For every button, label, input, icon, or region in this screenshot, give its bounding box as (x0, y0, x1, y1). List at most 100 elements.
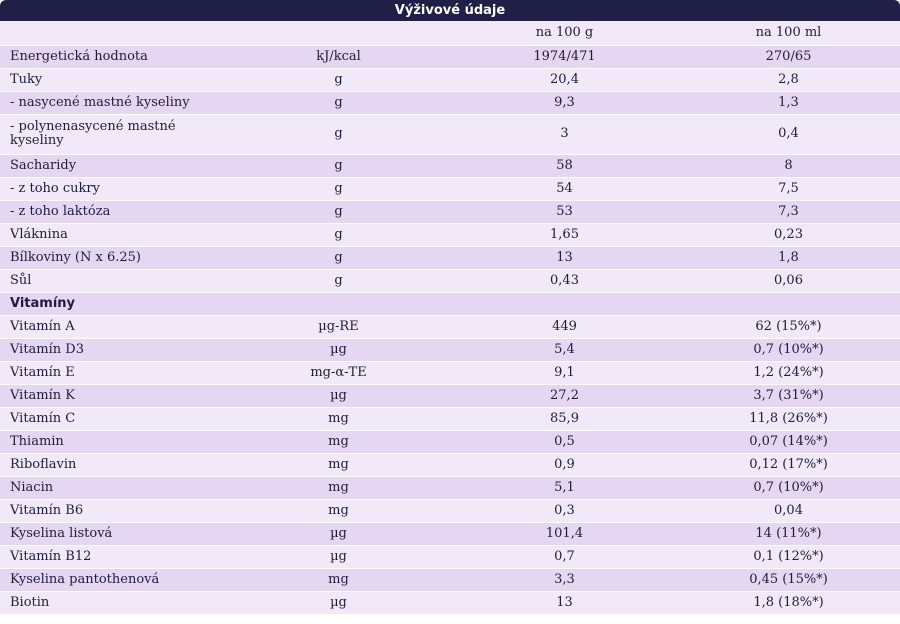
table-row: Tuky g 20,4 2,8 (0, 68, 900, 92)
table-row: Vitamín D3 µg 5,4 0,7 (10%*) (0, 338, 900, 362)
nutrition-facts-panel: Výživové údaje na 100 g na 100 ml Energe… (0, 0, 900, 624)
nutrient-name: Sůl (0, 269, 225, 293)
table-row: Biotin µg 13 1,8 (18%*) (0, 591, 900, 615)
value-per-100ml: 0,7 (10%*) (677, 338, 900, 362)
nutrient-name: Vitamín C (0, 407, 225, 431)
unit: g (225, 114, 452, 155)
nutrient-name: Vitamín K (0, 384, 225, 408)
table-row: Vláknina g 1,65 0,23 (0, 223, 900, 247)
value-per-100g: 3,3 (452, 568, 677, 592)
nutrient-name: Niacin (0, 476, 225, 500)
unit: g (225, 68, 452, 92)
nutrient-name: Sacharidy (0, 154, 225, 178)
unit: mg-α-TE (225, 361, 452, 385)
table-title: Výživové údaje (0, 0, 900, 21)
unit: mg (225, 407, 452, 431)
unit: µg (225, 384, 452, 408)
table-row: - polynenasycené mastné kyseliny g 3 0,4 (0, 114, 900, 155)
value-per-100ml: 8 (677, 154, 900, 178)
nutrient-name: Vláknina (0, 223, 225, 247)
column-header-per-100ml: na 100 ml (677, 21, 900, 46)
unit: µg (225, 545, 452, 569)
value-per-100g: 0,43 (452, 269, 677, 293)
value-per-100ml: 14 (11%*) (677, 522, 900, 546)
table-row: Thiamin mg 0,5 0,07 (14%*) (0, 430, 900, 454)
value-per-100ml: 270/65 (677, 45, 900, 69)
value-per-100g: 53 (452, 200, 677, 224)
table-row: Vitamín Aµg-RE 449 62 (15%*) (0, 315, 900, 339)
nutrient-name: Kyselina pantothenová (0, 568, 225, 592)
nutrient-name: - nasycené mastné kyseliny (0, 91, 225, 115)
section-row: Vitamíny (0, 292, 900, 316)
nutrient-name: - z toho laktóza (0, 200, 225, 224)
value-per-100g: 9,1 (452, 361, 677, 385)
value-per-100g: 13 (452, 246, 677, 270)
value-per-100g: 0,7 (452, 545, 677, 569)
unit: mg (225, 453, 452, 477)
value-per-100g: 9,3 (452, 91, 677, 115)
nutrient-name: Thiamin (0, 430, 225, 454)
section-title: Vitamíny (0, 292, 900, 316)
column-header-per-100g: na 100 g (452, 21, 677, 46)
value-per-100ml: 62 (15%*) (677, 315, 900, 339)
unit: mg (225, 476, 452, 500)
table-row: Vitamín B6 mg 0,3 0,04 (0, 499, 900, 523)
value-per-100ml: 0,12 (17%*) (677, 453, 900, 477)
nutrition-table-body: na 100 g na 100 ml Energetická hodnota kJ… (0, 21, 900, 615)
nutrient-name: Vitamín B12 (0, 545, 225, 569)
table-row: Kyselina listová µg 101,4 14 (11%*) (0, 522, 900, 546)
value-per-100ml: 3,7 (31%*) (677, 384, 900, 408)
table-row: - z toho cukry g 54 7,5 (0, 177, 900, 201)
value-per-100g: 3 (452, 114, 677, 155)
table-row: Sůl g 0,43 0,06 (0, 269, 900, 293)
nutrient-name: Kyselina listová (0, 522, 225, 546)
unit: µg (225, 591, 452, 615)
value-per-100g: 5,1 (452, 476, 677, 500)
nutrient-name: Vitamín B6 (0, 499, 225, 523)
unit: g (225, 223, 452, 247)
value-per-100g: 58 (452, 154, 677, 178)
nutrient-name: Vitamín D3 (0, 338, 225, 362)
value-per-100g: 20,4 (452, 68, 677, 92)
nutrient-name: Riboflavin (0, 453, 225, 477)
table-row: Sacharidy g 58 8 (0, 154, 900, 178)
unit: µg (225, 522, 452, 546)
value-per-100ml: 7,3 (677, 200, 900, 224)
value-per-100ml: 0,06 (677, 269, 900, 293)
unit: g (225, 177, 452, 201)
nutrient-name: Biotin (0, 591, 225, 615)
unit: g (225, 200, 452, 224)
value-per-100ml: 0,1 (12%*) (677, 545, 900, 569)
table-row: Riboflavin mg 0,9 0,12 (17%*) (0, 453, 900, 477)
unit: kJ/kcal (225, 45, 452, 69)
value-per-100ml: 0,07 (14%*) (677, 430, 900, 454)
value-per-100g: 449 (452, 315, 677, 339)
value-per-100ml: 0,45 (15%*) (677, 568, 900, 592)
table-row: Niacin mg 5,1 0,7 (10%*) (0, 476, 900, 500)
table-row: - nasycené mastné kyseliny g 9,3 1,3 (0, 91, 900, 115)
value-per-100ml: 0,4 (677, 114, 900, 155)
nutrient-name: - polynenasycené mastné kyseliny (0, 114, 225, 155)
unit: mg (225, 430, 452, 454)
value-per-100ml: 2,8 (677, 68, 900, 92)
unit: g (225, 246, 452, 270)
nutrient-name: - z toho cukry (0, 177, 225, 201)
unit: µg (225, 338, 452, 362)
value-per-100g: 54 (452, 177, 677, 201)
nutrient-name: Tuky (0, 68, 225, 92)
nutrient-name: Vitamín A (0, 315, 225, 339)
table-row: Bílkoviny (N x 6.25) g 13 1,8 (0, 246, 900, 270)
unit: g (225, 269, 452, 293)
unit: g (225, 91, 452, 115)
value-per-100ml: 1,2 (24%*) (677, 361, 900, 385)
nutrient-name: Bílkoviny (N x 6.25) (0, 246, 225, 270)
value-per-100ml: 0,23 (677, 223, 900, 247)
value-per-100ml: 1,3 (677, 91, 900, 115)
value-per-100ml: 0,7 (10%*) (677, 476, 900, 500)
nutrient-name: Vitamín E (0, 361, 225, 385)
table-row: Kyselina pantothenová mg 3,3 0,45 (15%*) (0, 568, 900, 592)
value-per-100ml: 7,5 (677, 177, 900, 201)
value-per-100g: 101,4 (452, 522, 677, 546)
unit: µg-RE (225, 315, 452, 339)
unit: g (225, 154, 452, 178)
